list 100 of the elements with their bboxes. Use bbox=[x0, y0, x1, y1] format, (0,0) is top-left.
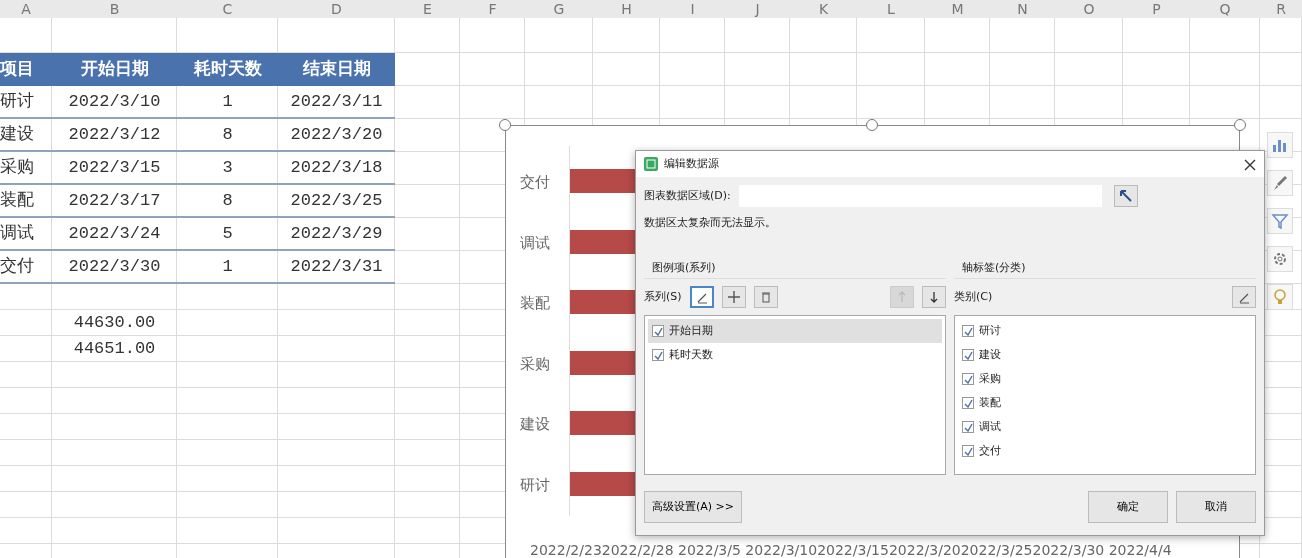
plus-icon bbox=[726, 290, 741, 304]
table-cell-text: 2022/3/31 bbox=[290, 255, 383, 278]
app-icon bbox=[644, 157, 658, 171]
checkmark-icon bbox=[963, 446, 973, 456]
checkmark-icon bbox=[963, 374, 973, 384]
filter-button[interactable] bbox=[1267, 208, 1293, 234]
checkbox[interactable] bbox=[962, 349, 974, 361]
checkbox[interactable] bbox=[962, 325, 974, 337]
checkmark-icon bbox=[963, 398, 973, 408]
table-cell-text: 5 bbox=[222, 222, 233, 245]
column-header[interactable]: I bbox=[690, 0, 695, 20]
range-select-button[interactable] bbox=[1114, 185, 1138, 207]
column-header[interactable]: L bbox=[887, 0, 895, 20]
list-item[interactable]: 采购 bbox=[958, 367, 1252, 391]
ok-button[interactable]: 确定 bbox=[1088, 491, 1168, 523]
table-cell-text: 2022/3/17 bbox=[68, 189, 161, 212]
column-header[interactable]: F bbox=[488, 0, 497, 20]
table-cell-text: 2022/3/30 bbox=[68, 255, 161, 278]
list-item[interactable]: 开始日期 bbox=[648, 319, 942, 343]
group-title: 轴标签(分类) bbox=[962, 260, 1026, 274]
table-cell-text: 交付 bbox=[0, 255, 34, 278]
column-header[interactable]: C bbox=[222, 0, 233, 20]
checkmark-icon bbox=[963, 422, 973, 432]
item-label: 研讨 bbox=[979, 322, 1001, 339]
list-item[interactable]: 装配 bbox=[958, 391, 1252, 415]
column-header[interactable]: P bbox=[1152, 0, 1161, 20]
table-cell-text: 装配 bbox=[0, 189, 34, 212]
table-cell-text: 2022/3/12 bbox=[68, 123, 161, 146]
table-cell-text: 2022/3/24 bbox=[68, 222, 161, 245]
list-item[interactable]: 建设 bbox=[958, 343, 1252, 367]
advanced-button[interactable]: 高级设置(A) >> bbox=[644, 491, 742, 523]
edit-button[interactable] bbox=[1232, 286, 1256, 308]
note-text: 数据区太复杂而无法显示。 bbox=[644, 215, 777, 231]
item-label: 开始日期 bbox=[669, 322, 713, 339]
resize-handle[interactable] bbox=[866, 119, 878, 131]
table-cell-text: 2022/3/18 bbox=[290, 156, 383, 179]
column-header[interactable]: B bbox=[109, 0, 120, 20]
category-label: 采购 bbox=[520, 353, 551, 375]
checkbox[interactable] bbox=[962, 397, 974, 409]
move-down-button[interactable] bbox=[922, 286, 946, 308]
resize-handle[interactable] bbox=[499, 119, 511, 131]
column-header[interactable]: H bbox=[621, 0, 632, 20]
table-cell-text: 44651.00 bbox=[73, 338, 156, 361]
toolbar-label: 系列(S) bbox=[644, 288, 682, 305]
cancel-button[interactable]: 取消 bbox=[1176, 491, 1256, 523]
column-title: 开始日期 bbox=[80, 58, 149, 81]
axis-labels: 2022/2/232022/2/28 2022/3/5 2022/3/102022/3/152022/3/202022/3/252022/3/30 2022/4/4 bbox=[530, 541, 1172, 558]
column-header[interactable]: G bbox=[553, 0, 565, 20]
chart-elements-button[interactable] bbox=[1267, 132, 1293, 158]
group-title: 图例项(系列) bbox=[652, 260, 716, 274]
table-cell-text: 2022/3/25 bbox=[290, 189, 383, 212]
dialog-title: 编辑数据源 bbox=[664, 155, 719, 172]
delete-button[interactable] bbox=[753, 286, 778, 308]
checkmark-icon bbox=[963, 350, 973, 360]
item-label: 耗时天数 bbox=[669, 346, 713, 363]
close-icon bbox=[1244, 158, 1256, 171]
lightbulb-button[interactable] bbox=[1267, 284, 1293, 310]
table-cell-text: 建设 bbox=[0, 123, 34, 146]
column-header[interactable]: Q bbox=[1219, 0, 1231, 20]
category-label: 建设 bbox=[520, 414, 551, 435]
table-cell-text: 2022/3/20 bbox=[290, 123, 383, 146]
checkbox[interactable] bbox=[652, 325, 664, 337]
column-header[interactable]: K bbox=[818, 0, 829, 20]
table-cell-text: 采购 bbox=[0, 156, 34, 179]
table-cell-text: 调试 bbox=[0, 222, 34, 245]
table-cell-text: 2022/3/15 bbox=[68, 156, 161, 179]
table-cell-text: 8 bbox=[222, 189, 233, 212]
category-label: 装配 bbox=[520, 293, 551, 314]
column-header[interactable]: D bbox=[331, 0, 342, 20]
checkmark-icon bbox=[963, 326, 973, 336]
lightbulb-icon bbox=[1271, 288, 1289, 306]
list-item[interactable]: 调试 bbox=[958, 415, 1252, 439]
column-header[interactable]: J bbox=[755, 0, 760, 20]
field-label: 图表数据区域(D): bbox=[644, 187, 731, 204]
column-title: 耗时天数 bbox=[193, 58, 262, 81]
item-label: 交付 bbox=[979, 442, 1001, 459]
item-label: 建设 bbox=[979, 346, 1001, 363]
item-label: 调试 bbox=[979, 418, 1001, 435]
checkbox[interactable] bbox=[962, 421, 974, 433]
edit-button[interactable] bbox=[689, 286, 714, 308]
brush-icon bbox=[1271, 174, 1289, 192]
table-cell-text: 1 bbox=[222, 255, 233, 278]
list-item[interactable]: 耗时天数 bbox=[648, 343, 942, 367]
checkbox[interactable] bbox=[962, 445, 974, 457]
checkbox[interactable] bbox=[652, 349, 664, 361]
list-item[interactable]: 研讨 bbox=[958, 319, 1252, 343]
list-item[interactable]: 交付 bbox=[958, 439, 1252, 463]
category-label: 交付 bbox=[520, 172, 551, 193]
column-header[interactable]: O bbox=[1083, 0, 1095, 20]
add-button[interactable] bbox=[721, 286, 746, 308]
category-label: 研讨 bbox=[520, 474, 551, 496]
column-header[interactable]: E bbox=[423, 0, 432, 20]
column-title: 结束日期 bbox=[302, 58, 371, 81]
settings-icon bbox=[1271, 250, 1289, 268]
table-cell-text: 3 bbox=[222, 156, 233, 179]
checkbox[interactable] bbox=[962, 373, 974, 385]
brush-button[interactable] bbox=[1267, 170, 1293, 196]
column-header[interactable]: N bbox=[1017, 0, 1028, 20]
resize-handle[interactable] bbox=[1234, 119, 1246, 131]
settings-button[interactable] bbox=[1267, 246, 1293, 272]
